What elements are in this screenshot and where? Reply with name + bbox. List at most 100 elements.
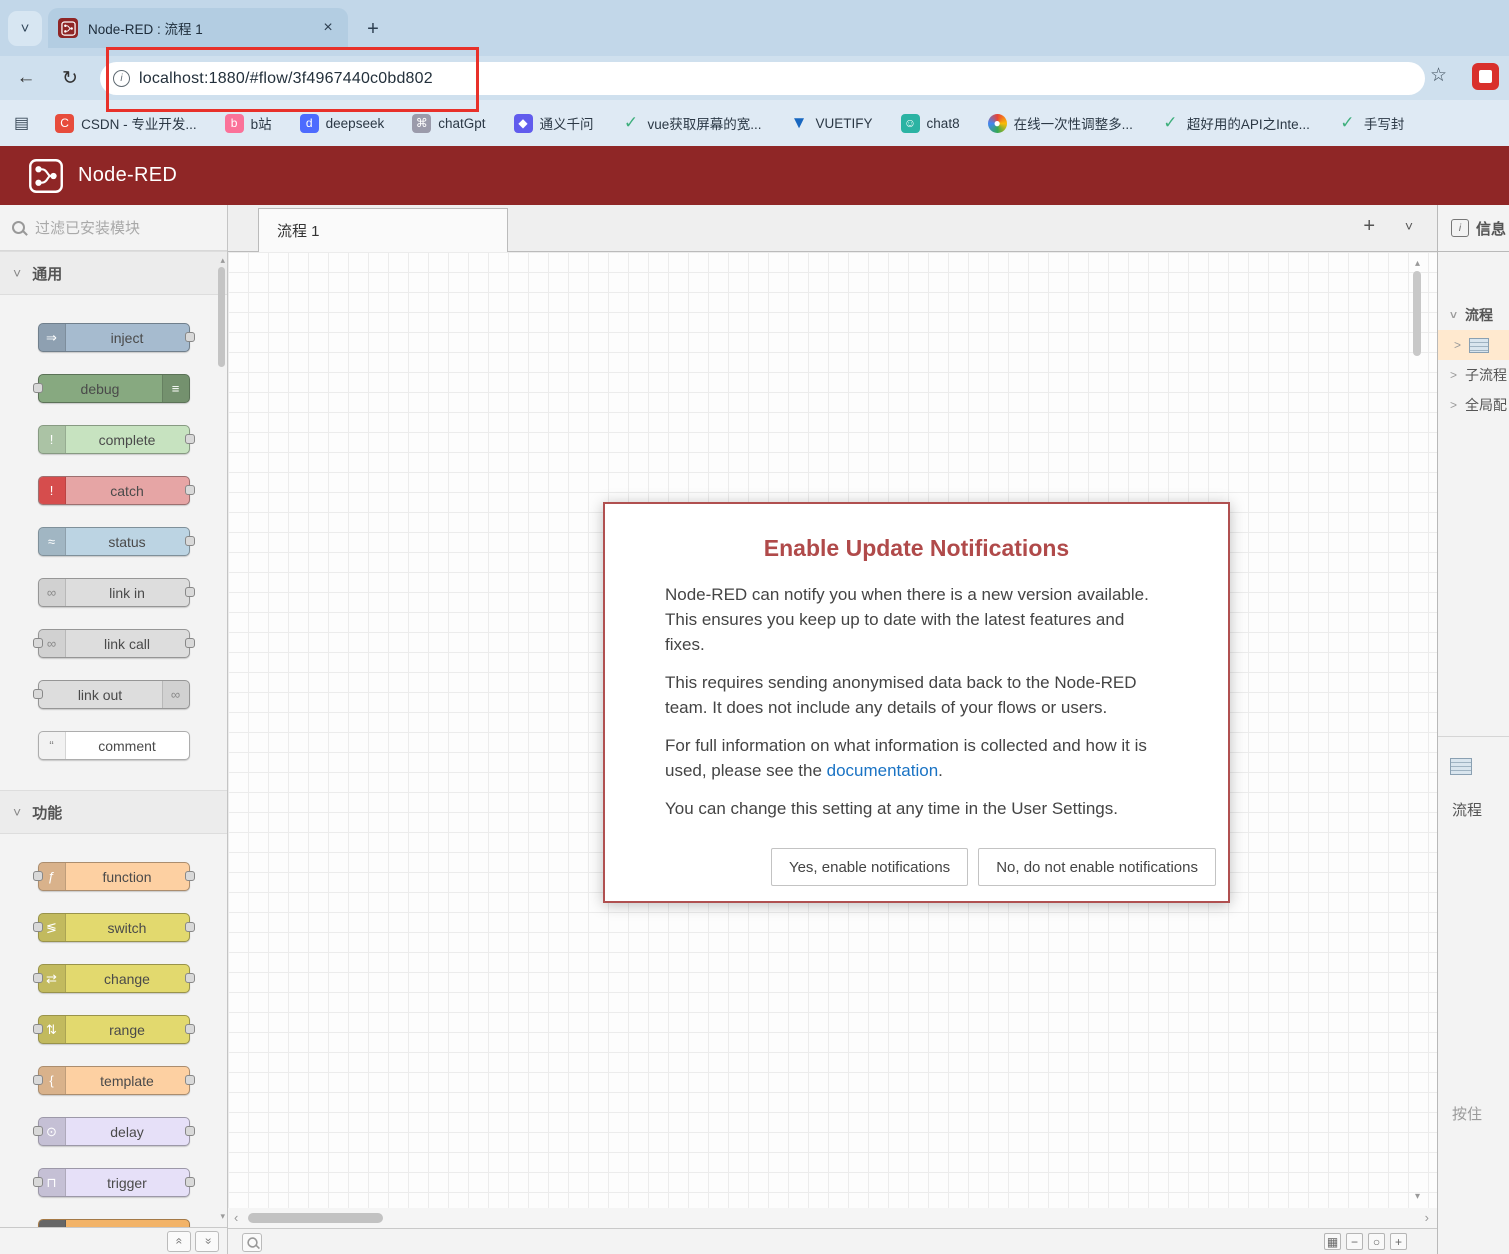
palette-node-switch[interactable]: ≶ switch: [32, 913, 195, 942]
palette-category-label: 通用: [32, 265, 63, 283]
bookmark-item[interactable]: d deepseek: [299, 113, 384, 133]
tab-actions-button[interactable]: ˅: [8, 11, 42, 46]
palette-node-link-in[interactable]: ∞ link in: [37, 578, 195, 607]
palette-node-status[interactable]: ≈ status: [37, 527, 195, 556]
extension-icon[interactable]: [1472, 63, 1499, 90]
dialog-buttons: Yes, enable notifications No, do not ena…: [770, 848, 1216, 886]
palette-category-header[interactable]: ˅ 通用: [0, 251, 227, 295]
bookmark-favicon: ☺: [900, 113, 920, 133]
palette-category-header[interactable]: ˅ 功能: [0, 790, 227, 834]
palette-node-label: complete: [98, 431, 156, 448]
global-config-section-header[interactable]: > 全局配: [1438, 390, 1509, 420]
bookmark-star-icon[interactable]: ☆: [1430, 64, 1447, 87]
bookmark-item[interactable]: b b站: [224, 113, 272, 133]
canvas-scroll-up-icon[interactable]: ▴: [1415, 258, 1420, 269]
canvas-scroll-down-icon[interactable]: ▾: [1415, 1191, 1420, 1202]
palette-node-label: function: [102, 868, 152, 885]
navigator-toggle-button[interactable]: ▦: [1324, 1233, 1341, 1250]
flow-icon: [1469, 337, 1490, 353]
input-port: [32, 1075, 43, 1085]
output-port: [184, 536, 195, 546]
scroll-right-icon[interactable]: ›: [1425, 1210, 1429, 1225]
flow-tab-label: 流程 1: [277, 223, 320, 240]
info-icon: i: [1451, 219, 1469, 237]
palette-node-trigger[interactable]: ⊓ trigger: [32, 1168, 195, 1197]
palette-scroll-down-icon[interactable]: ▾: [220, 1211, 225, 1222]
palette-node-template[interactable]: {template: [32, 1066, 195, 1095]
palette-node-delay[interactable]: ⊙ delay: [32, 1117, 195, 1146]
back-icon[interactable]: ←: [12, 64, 40, 92]
palette-footer: « «: [0, 1227, 227, 1254]
bookmark-item[interactable]: ✓ 超好用的API之Inte...: [1161, 113, 1310, 133]
no-enable-notifications-button[interactable]: No, do not enable notifications: [978, 848, 1216, 886]
palette-node-comment[interactable]: “ comment: [37, 731, 190, 760]
flow-tab[interactable]: 流程 1: [258, 208, 508, 252]
zoom-controls: ▦ − ○ +: [1324, 1233, 1407, 1250]
documentation-link[interactable]: documentation: [827, 761, 939, 780]
browser-tab[interactable]: Node-RED : 流程 1 ×: [48, 8, 348, 48]
bookmark-label: CSDN - 专业开发...: [81, 117, 197, 132]
bookmark-item[interactable]: ⌘ chatGpt: [412, 113, 486, 133]
collapse-all-button[interactable]: «: [167, 1230, 191, 1252]
palette-node-list: ƒ function ≶ switch ⇄ change ⇅ range {template ⊙ d…: [0, 834, 227, 1227]
scroll-left-icon[interactable]: ‹: [234, 1210, 238, 1225]
refresh-icon[interactable]: ↻: [56, 64, 84, 92]
bookmark-label: chat8: [926, 115, 960, 131]
palette-search-input[interactable]: 过滤已安装模块: [0, 205, 227, 251]
node-red-logo: [29, 158, 63, 193]
canvas-search-button[interactable]: [242, 1233, 262, 1252]
bookmark-item[interactable]: ▼ VUETIFY: [790, 113, 873, 133]
bookmark-item[interactable]: ◆ 通义千问: [513, 113, 594, 133]
palette-node-debug[interactable]: debug ≡: [32, 374, 190, 403]
zoom-in-button[interactable]: +: [1390, 1233, 1407, 1250]
tab-close-icon[interactable]: ×: [318, 18, 338, 38]
sidebar-tab-info[interactable]: i 信息: [1438, 205, 1509, 252]
bookmark-item[interactable]: ● 在线一次性调整多...: [987, 113, 1133, 133]
new-tab-button[interactable]: +: [360, 16, 386, 42]
bookmark-item[interactable]: ✓ vue获取屏幕的宽...: [622, 113, 762, 133]
palette-node-link-out[interactable]: link out ∞: [32, 680, 190, 709]
flow-list-chevron-icon[interactable]: ˅: [1405, 218, 1413, 234]
address-bar[interactable]: i localhost:1880/#flow/3f4967440c0bd802: [100, 62, 1425, 95]
bookmark-favicon: ▼: [790, 113, 808, 132]
catch-icon: !: [38, 477, 66, 504]
bookmark-favicon: ⌘: [412, 113, 432, 133]
favorites-sidebar-icon[interactable]: ▤: [14, 113, 29, 133]
palette-node-label: catch: [110, 482, 144, 499]
palette-node-exec[interactable]: ⚙exec: [37, 1219, 190, 1227]
palette-node-link-call[interactable]: ∞ link call: [32, 629, 195, 658]
zoom-out-button[interactable]: −: [1346, 1233, 1363, 1250]
zoom-reset-button[interactable]: ○: [1368, 1233, 1385, 1250]
bookmark-item[interactable]: C CSDN - 专业开发...: [55, 113, 197, 133]
flows-section-header[interactable]: ˅ 流程: [1438, 300, 1509, 330]
dialog-body: Node-RED can notify you when there is a …: [605, 562, 1228, 821]
output-port: [184, 871, 195, 881]
yes-enable-notifications-button[interactable]: Yes, enable notifications: [770, 848, 969, 886]
search-icon: [246, 1237, 258, 1248]
palette-scrollbar[interactable]: [218, 267, 225, 367]
palette-node-function[interactable]: ƒ function: [32, 862, 195, 891]
input-port: [32, 1177, 43, 1187]
bookmark-label: VUETIFY: [815, 115, 873, 131]
palette-node-inject[interactable]: ⇒ inject: [37, 323, 195, 352]
tab-title: Node-RED : 流程 1: [88, 22, 203, 37]
palette-node-list: ⇒ inject debug ≡ ! complete! catch ≈ status ∞ link…: [0, 295, 227, 790]
expand-all-button[interactable]: «: [195, 1230, 219, 1252]
palette-node-range[interactable]: ⇅ range: [32, 1015, 195, 1044]
add-flow-button[interactable]: +: [1363, 215, 1375, 238]
palette-scroll-up-icon[interactable]: ▴: [220, 255, 225, 266]
site-info-icon[interactable]: i: [113, 70, 130, 87]
bookmark-favicon: ✓: [623, 113, 639, 132]
chevron-down-icon: ˅: [13, 804, 22, 820]
palette-node-catch[interactable]: ! catch: [37, 476, 195, 505]
subflows-section-header[interactable]: > 子流程: [1438, 360, 1509, 390]
palette-node-change[interactable]: ⇄ change: [32, 964, 195, 993]
palette-node-label: link call: [104, 635, 150, 652]
bookmark-item[interactable]: ☺ chat8: [900, 113, 960, 133]
palette-node-complete[interactable]: ! complete: [37, 425, 195, 454]
flow-list-item-selected[interactable]: >: [1438, 330, 1509, 360]
bookmark-item[interactable]: ✓ 手写封: [1338, 113, 1404, 133]
canvas-vertical-scrollbar[interactable]: [1413, 271, 1421, 356]
canvas-horizontal-scrollbar[interactable]: [248, 1213, 383, 1223]
chevron-right-icon: >: [1450, 398, 1458, 412]
